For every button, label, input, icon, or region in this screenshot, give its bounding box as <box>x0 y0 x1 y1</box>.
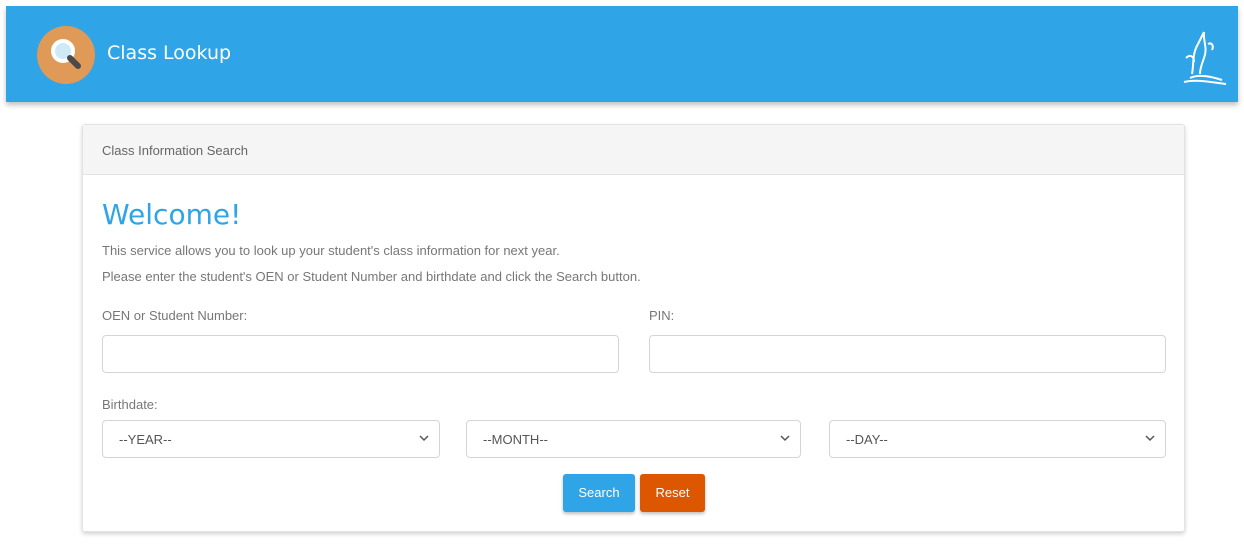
day-select[interactable]: --DAY-- <box>829 420 1166 458</box>
panel-heading: Class Information Search <box>83 125 1184 175</box>
search-panel: Class Information Search Welcome! This s… <box>82 124 1185 532</box>
year-select[interactable]: --YEAR-- <box>102 420 440 458</box>
intro-text-line1: This service allows you to look up your … <box>102 243 560 258</box>
month-select-value: --MONTH-- <box>483 432 548 447</box>
day-select-value: --DAY-- <box>846 432 888 447</box>
oen-label: OEN or Student Number: <box>102 308 248 323</box>
intro-text-line2: Please enter the student's OEN or Studen… <box>102 269 641 284</box>
pin-input[interactable] <box>649 335 1166 373</box>
chevron-down-icon <box>1145 435 1155 442</box>
app-title: Class Lookup <box>107 42 232 64</box>
board-logo-icon <box>1170 24 1228 91</box>
pin-label: PIN: <box>649 308 675 323</box>
year-select-value: --YEAR-- <box>119 432 172 447</box>
reset-button[interactable]: Reset <box>640 474 705 512</box>
birthdate-label: Birthdate: <box>102 397 158 412</box>
chevron-down-icon <box>419 435 429 442</box>
search-icon <box>37 26 95 84</box>
app-header: Class Lookup <box>6 6 1238 102</box>
chevron-down-icon <box>780 435 790 442</box>
oen-input[interactable] <box>102 335 619 373</box>
welcome-heading: Welcome! <box>102 198 242 231</box>
month-select[interactable]: --MONTH-- <box>466 420 801 458</box>
search-button[interactable]: Search <box>563 474 635 512</box>
